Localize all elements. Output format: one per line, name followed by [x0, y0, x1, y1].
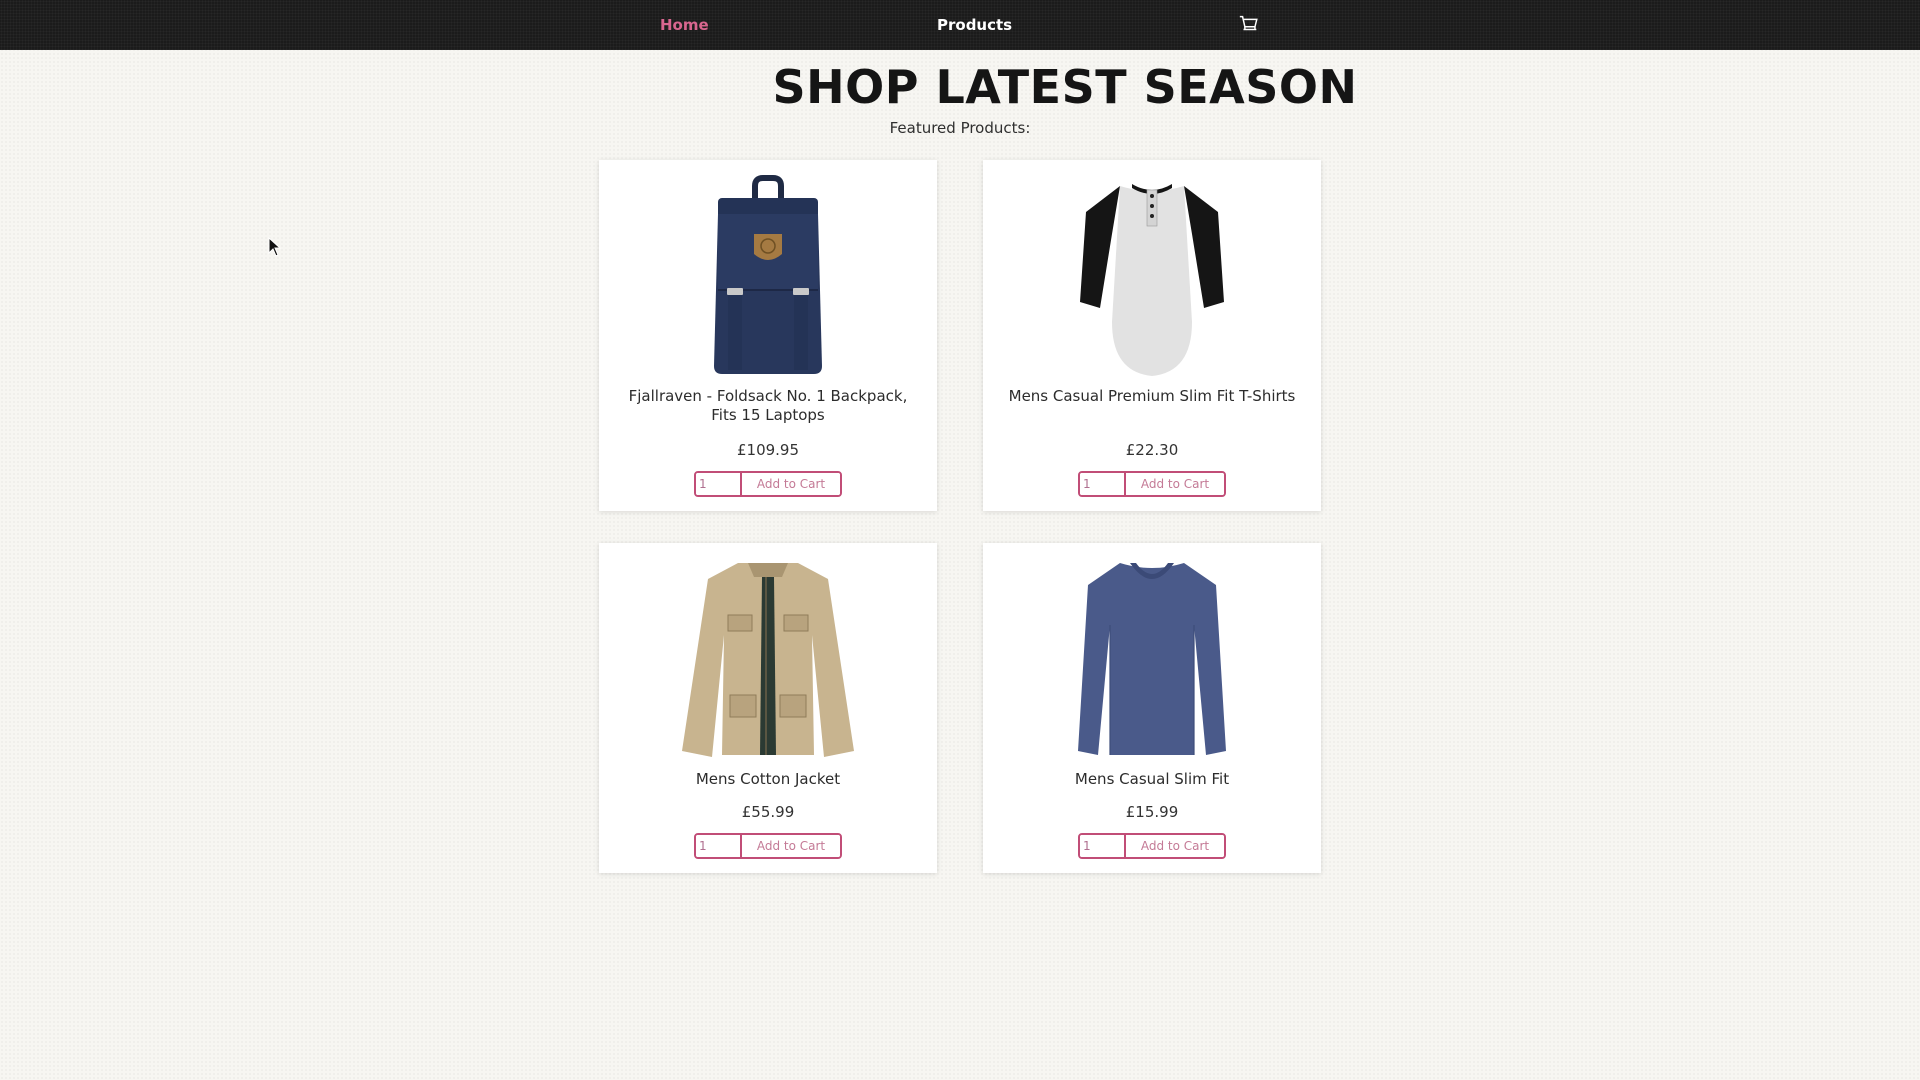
product-card: Mens Casual Slim Fit £15.99 Add to Cart — [983, 543, 1321, 873]
product-price: £22.30 — [1125, 441, 1179, 459]
add-to-cart-button[interactable]: Add to Cart — [742, 835, 840, 857]
product-card: Fjallraven - Foldsack No. 1 Backpack, Fi… — [599, 160, 937, 511]
product-price: £109.95 — [736, 441, 800, 459]
navbar: Home Products — [0, 0, 1920, 50]
add-to-cart-group: Add to Cart — [694, 471, 842, 497]
add-to-cart-button[interactable]: Add to Cart — [1126, 835, 1224, 857]
product-price: £15.99 — [1125, 803, 1179, 821]
product-name: Mens Cotton Jacket — [695, 770, 841, 788]
cotton-jacket-image[interactable] — [599, 555, 937, 760]
nav-products-link[interactable]: Products — [937, 0, 1012, 50]
quantity-input[interactable] — [1080, 835, 1126, 857]
featured-products-label: Featured Products: — [889, 119, 1031, 137]
backpack-image[interactable] — [599, 172, 937, 377]
add-to-cart-group: Add to Cart — [1078, 833, 1226, 859]
cart-button[interactable] — [1238, 13, 1260, 37]
product-card: Mens Casual Premium Slim Fit T-Shirts £2… — [983, 160, 1321, 511]
mouse-cursor-icon — [268, 237, 282, 257]
quantity-input[interactable] — [696, 473, 742, 495]
product-name: Mens Casual Premium Slim Fit T-Shirts — [1008, 387, 1296, 405]
add-to-cart-group: Add to Cart — [1078, 471, 1226, 497]
product-name: Fjallraven - Foldsack No. 1 Backpack, Fi… — [628, 387, 908, 424]
nav-home-link[interactable]: Home — [660, 0, 709, 50]
page-title: SHOP LATEST SEASON — [772, 60, 1358, 114]
cart-icon — [1239, 15, 1258, 31]
add-to-cart-button[interactable]: Add to Cart — [1126, 473, 1224, 495]
add-to-cart-button[interactable]: Add to Cart — [742, 473, 840, 495]
quantity-input[interactable] — [696, 835, 742, 857]
longsleeve-tshirt-image[interactable] — [983, 555, 1321, 760]
quantity-input[interactable] — [1080, 473, 1126, 495]
product-name: Mens Casual Slim Fit — [1074, 770, 1230, 788]
raglan-tshirt-image[interactable] — [983, 172, 1321, 377]
product-price: £55.99 — [741, 803, 795, 821]
add-to-cart-group: Add to Cart — [694, 833, 842, 859]
product-card: Mens Cotton Jacket £55.99 Add to Cart — [599, 543, 937, 873]
